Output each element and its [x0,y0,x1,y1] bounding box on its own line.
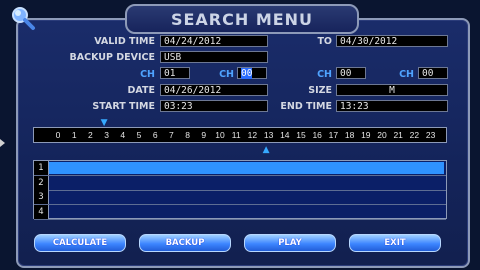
timeline-hour-label: 17 [328,130,339,140]
timeline-hour-label: 2 [88,130,93,140]
ch-1-field[interactable]: 01 [160,67,190,79]
timeline-hour-label: 12 [247,130,258,140]
timeline-hour-label: 9 [201,130,207,140]
start-marker-icon: ▼ [100,118,108,128]
play-button[interactable]: PLAY [244,234,336,252]
timeline-hour-label: 15 [296,130,306,140]
backup-device-select[interactable]: USB [160,51,268,63]
timeline-hour-label: 7 [169,130,174,140]
timeline-hour-label: 8 [185,130,190,140]
timeline-hour-label: 3 [104,130,109,140]
calculate-button[interactable]: CALCULATE [34,234,126,252]
channel-row[interactable]: 2 [34,175,446,191]
page-title: SEARCH MENU [125,4,359,34]
timeline-hour-label: 21 [393,130,403,140]
channel-number: 1 [34,161,49,175]
timeline-hour-label: 14 [280,130,290,140]
size-field: M [336,84,448,96]
channel-number: 3 [34,190,49,204]
channel-row[interactable]: 4 [34,204,446,220]
ch-2-value: 00 [241,68,253,79]
channel-row[interactable]: 3 [34,190,446,205]
timeline-hour-label: 20 [377,130,387,140]
timeline-hour-label: 1 [71,130,77,140]
backup-button[interactable]: BACKUP [139,234,231,252]
ch-3-label: CH [317,69,332,80]
mouse-cursor-icon [0,139,5,147]
to-label: TO [317,36,332,47]
timeline-hour-label: 11 [231,130,241,140]
recording-bar [49,162,444,174]
channel-row[interactable]: 1 [34,161,446,176]
end-time-label: END TIME [280,101,332,112]
backup-device-label: BACKUP DEVICE [69,52,155,63]
timeline-hour-label: 23 [425,130,436,140]
ch-2-field[interactable]: 00 [237,67,267,79]
end-marker-icon: ▲ [262,145,270,155]
size-label: SIZE [308,85,332,96]
end-time-field[interactable]: 13:23 [336,100,448,112]
timeline-hour-label: 5 [136,130,142,140]
timeline-hour-label: 22 [409,130,420,140]
channel-record-grid: 1234 [33,160,447,220]
timeline-hour-label: 13 [263,130,274,140]
ch-2-label: CH [219,69,234,80]
ch-4-label: CH [399,69,414,80]
magnifier-icon [10,5,36,35]
valid-time-label: VALID TIME [94,36,155,47]
exit-button[interactable]: EXIT [349,234,441,252]
timeline-hour-label: 16 [312,130,322,140]
date-label: DATE [127,85,155,96]
timeline-hour-label: 4 [120,130,126,140]
hour-timeline[interactable]: 0 1 2 3 4 5 6 7 8 9 10 11 12 13 14 15 16 17 18 19 20 21 22 23 [33,127,447,143]
start-time-label: START TIME [92,101,155,112]
timeline-hour-label: 6 [152,130,158,140]
timeline-hour-label: 18 [344,130,355,140]
ch-1-label: CH [140,69,155,80]
start-time-field[interactable]: 03:23 [160,100,268,112]
timeline-hour-label: 19 [361,130,371,140]
valid-time-from-field: 04/24/2012 [160,35,268,47]
ch-4-field[interactable]: 00 [418,67,448,79]
date-field[interactable]: 04/26/2012 [160,84,268,96]
timeline-hour-label: 10 [215,130,225,140]
ch-3-field[interactable]: 00 [336,67,366,79]
valid-time-to-field: 04/30/2012 [336,35,448,47]
channel-number: 2 [34,175,49,190]
timeline-hour-label: 0 [55,130,61,140]
channel-number: 4 [34,204,49,219]
